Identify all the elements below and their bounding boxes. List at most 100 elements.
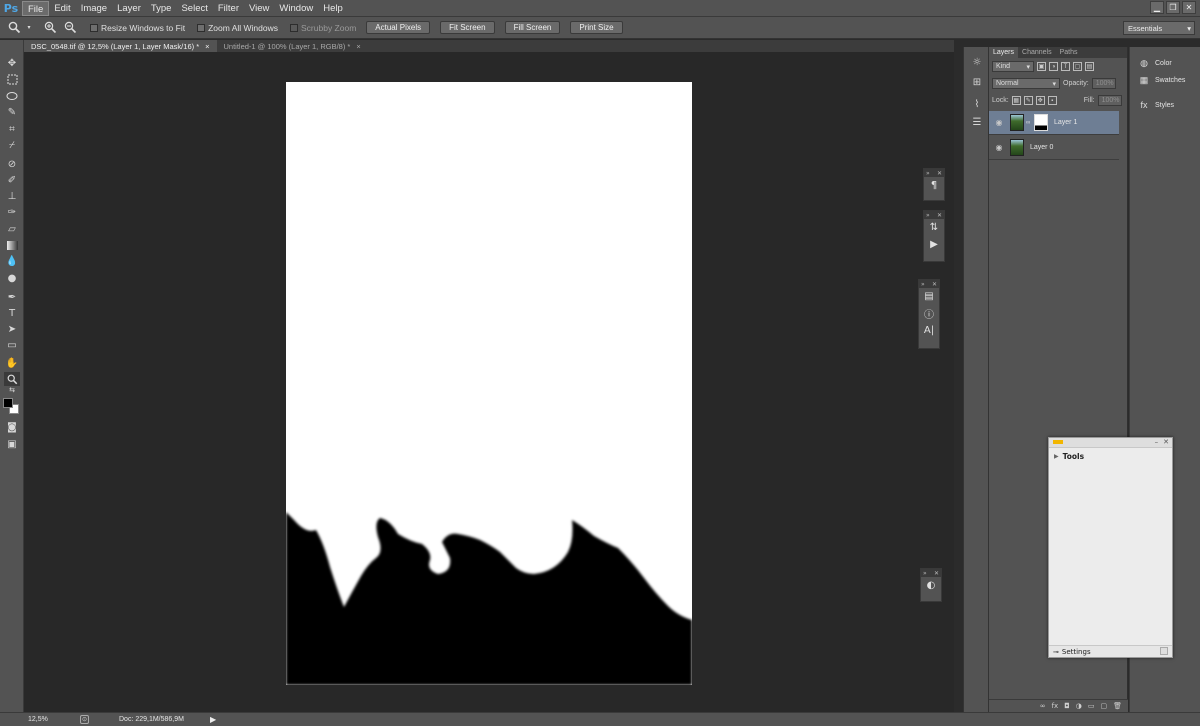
character-icon[interactable]: A| xyxy=(919,322,939,339)
crop-tool-icon[interactable]: ⌗ xyxy=(4,122,20,136)
gradient-tool-icon[interactable] xyxy=(4,238,20,252)
lock-pixels-icon[interactable]: ✎ xyxy=(1023,96,1033,105)
actual-pixels-button[interactable]: Actual Pixels xyxy=(366,21,431,34)
quick-selection-tool-icon[interactable]: ✎ xyxy=(4,105,20,119)
navigator-icon[interactable]: ◐ xyxy=(921,577,941,594)
link-layers-icon[interactable]: ∞ xyxy=(1040,702,1046,710)
expand-icon[interactable]: » xyxy=(926,170,930,177)
layer-name[interactable]: Layer 1 xyxy=(1054,119,1077,126)
resize-grip-icon[interactable] xyxy=(1160,647,1168,655)
opacity-input[interactable]: 100% xyxy=(1091,78,1116,89)
menu-layer[interactable]: Layer xyxy=(112,1,146,16)
lasso-tool-icon[interactable] xyxy=(4,89,20,103)
menu-view[interactable]: View xyxy=(244,1,274,16)
menu-select[interactable]: Select xyxy=(176,1,212,16)
styles-panel-button[interactable]: fx Styles xyxy=(1138,99,1174,111)
panel-header[interactable]: » ✕ xyxy=(924,169,944,177)
minimize-icon[interactable]: – xyxy=(1155,438,1159,446)
menu-image[interactable]: Image xyxy=(76,1,112,16)
fill-screen-button[interactable]: Fill Screen xyxy=(504,21,561,34)
close-icon[interactable]: ✕ xyxy=(934,570,939,577)
zoom-in-icon[interactable] xyxy=(42,20,58,36)
history-icon[interactable]: ⇅ xyxy=(924,219,944,236)
lock-transparency-icon[interactable]: ▦ xyxy=(1011,96,1021,105)
lock-position-icon[interactable]: ✥ xyxy=(1035,96,1045,105)
paragraph-icon[interactable]: ¶ xyxy=(924,177,944,194)
tab-paths[interactable]: Paths xyxy=(1056,47,1082,58)
settings-icon[interactable]: ⊸ xyxy=(1053,648,1059,656)
chevron-down-icon[interactable]: ▾ xyxy=(26,20,32,36)
expand-triangle-icon[interactable]: ▶ xyxy=(1054,453,1059,460)
layer-name[interactable]: Layer 0 xyxy=(1030,144,1053,151)
fill-input[interactable]: 100% xyxy=(1097,95,1122,106)
type-filter-icon[interactable]: T xyxy=(1061,62,1070,71)
close-icon[interactable]: ✕ xyxy=(937,212,942,219)
history-brush-tool-icon[interactable]: ✑ xyxy=(4,205,20,219)
play-action-icon[interactable]: ▶ xyxy=(924,236,944,253)
info-icon[interactable]: ⓘ xyxy=(919,305,939,322)
restore-button[interactable]: ❐ xyxy=(1166,1,1180,14)
fx-icon[interactable]: fx xyxy=(1052,702,1059,710)
expand-icon[interactable]: » xyxy=(923,570,927,577)
hand-tool-icon[interactable]: ✋ xyxy=(4,356,20,370)
layer-row-layer-0[interactable]: ◉ Layer 0 xyxy=(989,136,1119,160)
tab-channels[interactable]: Channels xyxy=(1018,47,1056,58)
panel-header[interactable]: » ✕ xyxy=(921,569,941,577)
expand-icon[interactable]: » xyxy=(921,281,925,288)
status-menu-arrow-icon[interactable]: ▶ xyxy=(210,715,216,724)
trash-icon[interactable]: 🗑 xyxy=(1113,702,1122,710)
dodge-tool-icon[interactable]: ● xyxy=(4,271,20,285)
fit-screen-button[interactable]: Fit Screen xyxy=(440,21,495,34)
adjustment-filter-icon[interactable]: ◑ xyxy=(1049,62,1058,71)
menu-window[interactable]: Window xyxy=(274,1,318,16)
color-panel-button[interactable]: ◍ Color xyxy=(1138,57,1172,69)
brush-presets-icon[interactable]: ☰ xyxy=(969,115,985,129)
zoom-all-windows-checkbox[interactable]: Zoom All Windows xyxy=(197,23,278,33)
foreground-color-swatch[interactable] xyxy=(3,398,13,408)
tools-section-header[interactable]: ▶ Tools xyxy=(1049,448,1172,465)
new-layer-icon[interactable]: ▢ xyxy=(1100,702,1107,710)
workspace-select[interactable]: Essentials ▾ xyxy=(1123,21,1195,35)
zoom-out-icon[interactable] xyxy=(62,20,78,36)
adjustments-icon[interactable]: ☼ xyxy=(969,55,985,69)
clone-stamp-tool-icon[interactable]: ⊥ xyxy=(4,189,20,203)
close-icon[interactable]: × xyxy=(356,42,360,51)
menu-filter[interactable]: Filter xyxy=(213,1,244,16)
move-tool-icon[interactable]: ✥ xyxy=(4,56,20,70)
close-icon[interactable]: × xyxy=(205,42,209,51)
swatches-panel-button[interactable]: ▦ Swatches xyxy=(1138,74,1186,86)
menu-file[interactable]: File xyxy=(22,0,50,16)
checkbox-box[interactable] xyxy=(197,23,206,32)
proof-setup-icon[interactable]: ⊙ xyxy=(80,715,89,724)
shape-filter-icon[interactable]: ▢ xyxy=(1073,62,1082,71)
chain-link-icon[interactable]: ∞ xyxy=(1026,120,1032,126)
checkbox-box[interactable] xyxy=(90,23,98,32)
eraser-tool-icon[interactable]: ▱ xyxy=(4,222,20,236)
blur-tool-icon[interactable]: 💧 xyxy=(4,254,20,268)
layer-row-layer-1[interactable]: ◉ ∞ Layer 1 xyxy=(989,111,1119,135)
visibility-eye-icon[interactable]: ◉ xyxy=(992,118,1006,127)
smart-object-filter-icon[interactable]: ▤ xyxy=(1085,62,1094,71)
expand-icon[interactable]: » xyxy=(926,212,930,219)
print-size-button[interactable]: Print Size xyxy=(570,21,623,34)
shape-tool-icon[interactable]: ▭ xyxy=(4,338,20,352)
menu-edit[interactable]: Edit xyxy=(49,1,75,16)
settings-label[interactable]: Settings xyxy=(1062,648,1091,656)
brush-panel-icon[interactable]: ⌇ xyxy=(969,97,985,111)
new-group-icon[interactable]: ▭ xyxy=(1088,702,1095,710)
eyedropper-tool-icon[interactable]: ⌿ xyxy=(4,138,20,152)
tab-layers[interactable]: Layers xyxy=(989,47,1019,58)
quick-mask-icon[interactable]: ◙ xyxy=(4,420,20,434)
image-filter-icon[interactable]: ▣ xyxy=(1037,62,1046,71)
visibility-eye-icon[interactable]: ◉ xyxy=(992,143,1006,152)
menu-help[interactable]: Help xyxy=(318,1,348,16)
lock-all-icon[interactable]: ▪ xyxy=(1047,96,1057,105)
panel-header[interactable]: » ✕ xyxy=(924,211,944,219)
adjustment-layer-icon[interactable]: ◑ xyxy=(1076,702,1082,710)
add-mask-icon[interactable]: ◘ xyxy=(1064,702,1070,710)
zoom-level[interactable]: 12,5% xyxy=(0,716,72,723)
resize-windows-checkbox[interactable]: Resize Windows to Fit xyxy=(90,23,185,33)
blend-mode-select[interactable]: Normal ▾ xyxy=(992,78,1060,89)
window-title-bar[interactable]: – ✕ xyxy=(1049,438,1172,448)
scrubby-zoom-checkbox[interactable]: Scrubby Zoom xyxy=(290,23,356,33)
